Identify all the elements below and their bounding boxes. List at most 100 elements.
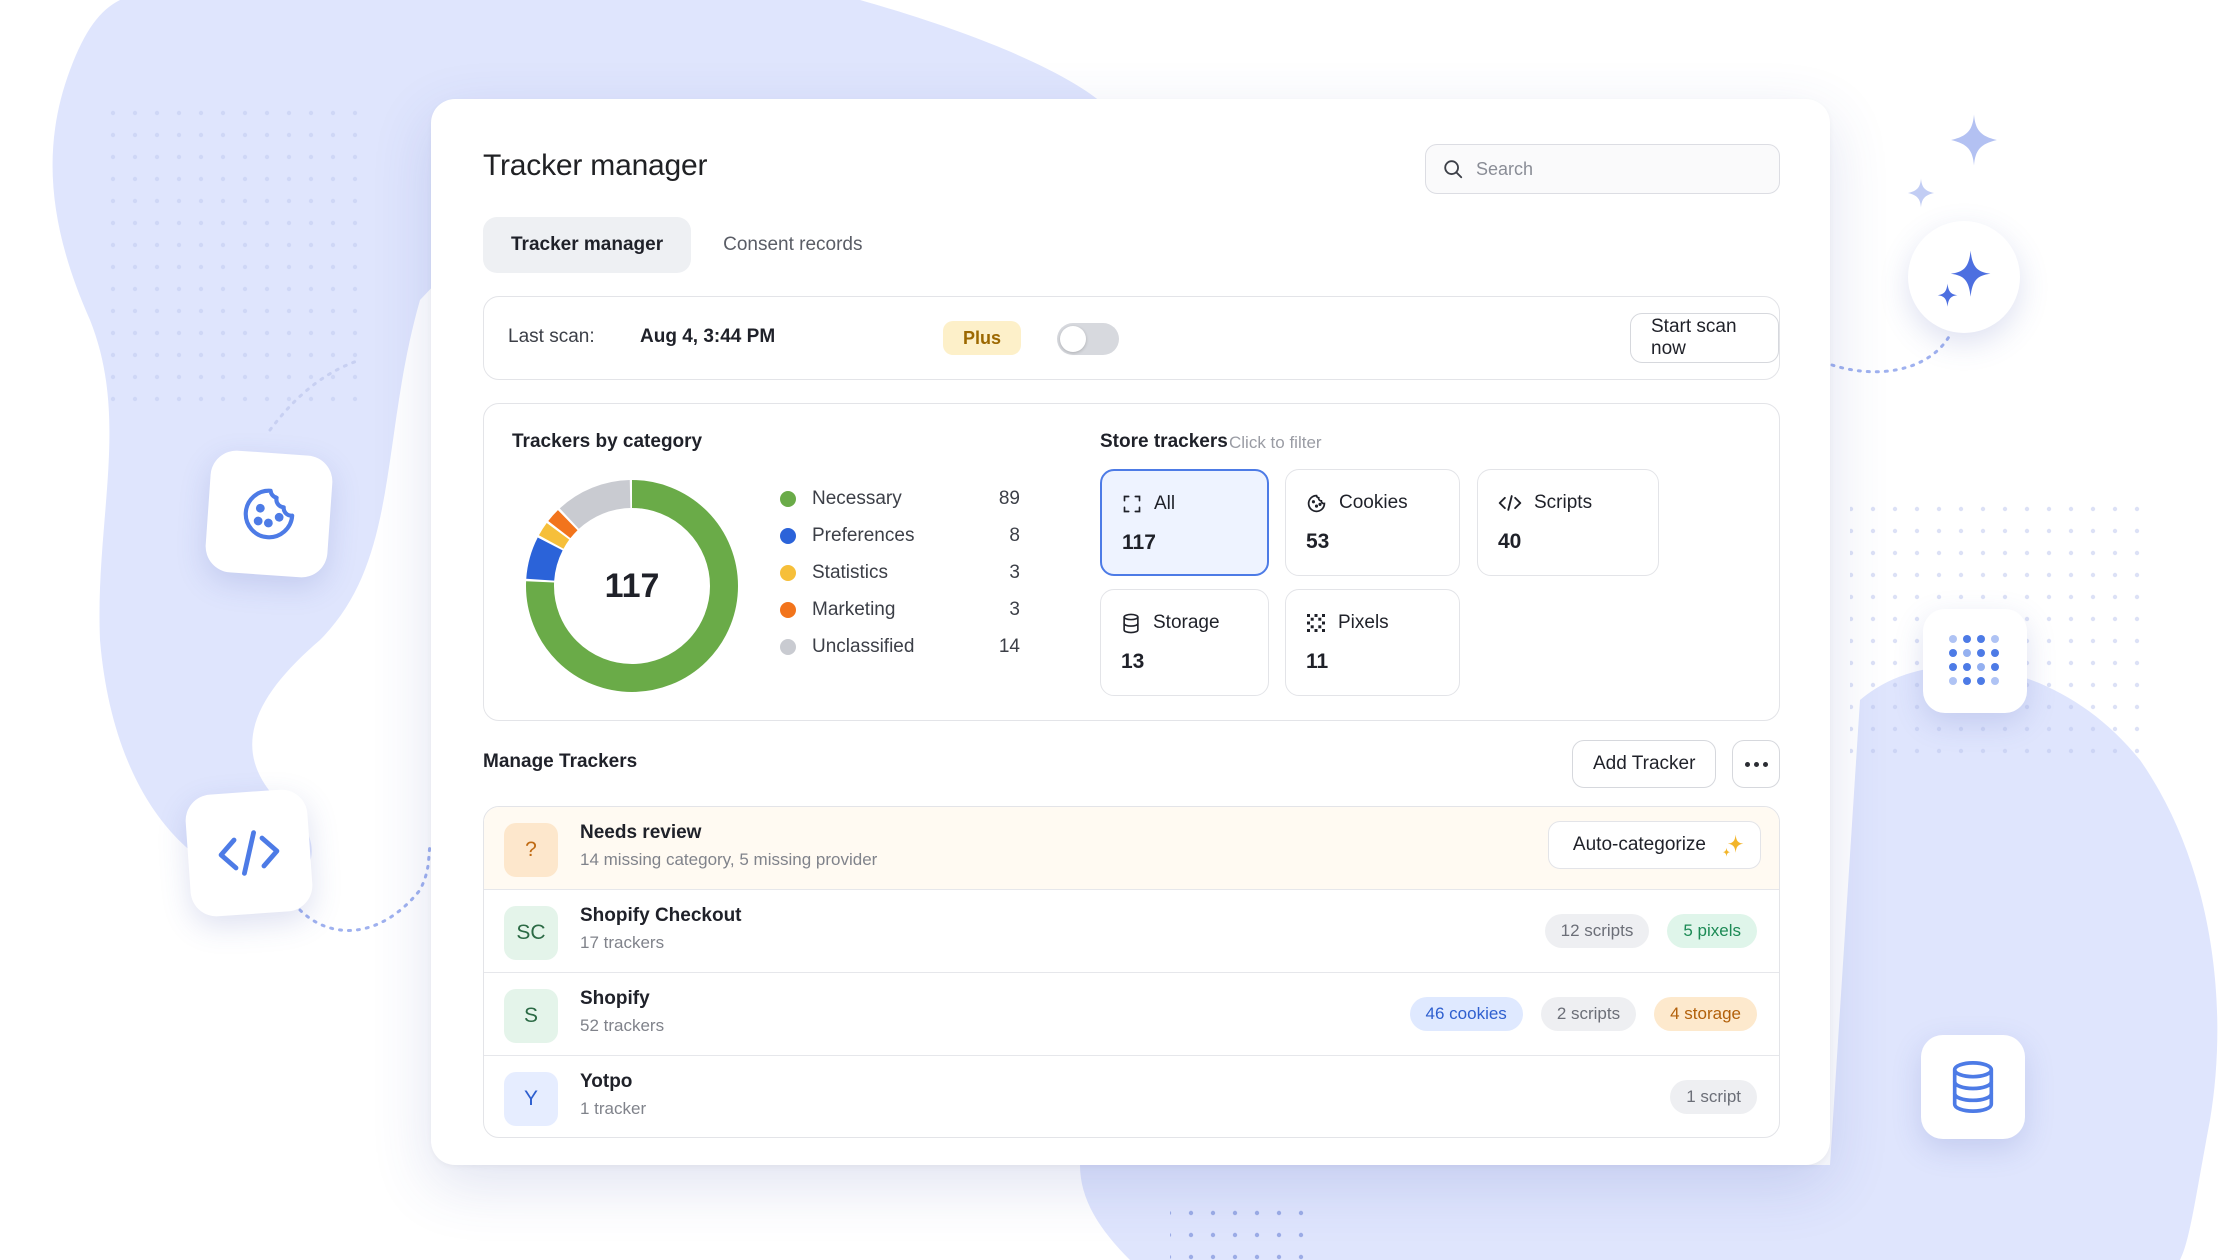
sparkle-icon [1937,250,1991,307]
search-icon [1444,160,1463,179]
filter-card-label: Storage [1153,612,1220,633]
filter-card-value: 40 [1498,530,1522,553]
add-tracker-button[interactable]: Add Tracker [1572,740,1717,788]
pixel-grid-icon [1949,635,1999,685]
filter-card-value: 117 [1122,531,1156,554]
legend-dot-preferences [780,527,796,544]
last-scan-date: Aug 4, 3:44 PM [640,326,776,347]
needs-review-row[interactable]: ? Needs review 14 missing category, 5 mi… [484,807,1779,890]
filter-card-cookies[interactable]: Cookies 53 [1285,469,1460,576]
filter-card-label: Pixels [1338,612,1389,633]
legend-dot-unclassified [780,638,796,655]
legend-item-statistics: Statistics 3 [780,554,1020,591]
pixels-tile [1923,609,2027,713]
provider-tracker-count: 1 tracker [580,1099,647,1118]
tracker-row-shopify-checkout[interactable]: SC Shopify Checkout 17 trackers 12 scrip… [484,890,1779,973]
legend-label: Statistics [812,561,889,583]
filter-card-label: Scripts [1534,492,1593,513]
provider-name: Shopify [580,988,650,1009]
legend-item-marketing: Marketing 3 [780,591,1020,628]
legend-label: Necessary [812,487,902,509]
legend-value: 89 [998,487,1020,509]
provider-avatar: SC [504,906,558,960]
trackers-list: ? Needs review 14 missing category, 5 mi… [483,806,1780,1138]
more-dot [1753,761,1759,767]
tracker-manager-window: Tracker manager Search Tracker manager C… [431,99,1830,1165]
search-placeholder: Search [1476,158,1534,179]
trackers-overview-panel: Trackers by category 117 Necessary 89 Pr… [483,403,1780,721]
pixels-icon [1307,614,1325,632]
last-scan-label: Last scan: [508,326,595,347]
filter-card-label: All [1154,493,1176,514]
filter-card-scripts[interactable]: Scripts 40 [1477,469,1659,576]
code-icon [1498,495,1522,511]
more-dot [1744,761,1750,767]
scripts-count-badge: 1 script [1670,1080,1757,1114]
filter-card-storage[interactable]: Storage 13 [1100,589,1269,696]
scripts-count-badge: 2 scripts [1540,997,1637,1031]
provider-avatar: Y [504,1072,558,1126]
provider-name: Shopify Checkout [580,905,742,926]
search-input[interactable]: Search [1425,144,1780,194]
legend-item-unclassified: Unclassified 14 [780,628,1020,665]
code-brackets-icon [218,830,280,876]
expand-icon [1123,495,1141,513]
store-trackers-title: Store trackers [1100,431,1228,452]
code-tile [183,787,315,919]
legend-value: 14 [998,635,1020,657]
provider-avatar: S [504,989,558,1043]
tracker-row-yotpo[interactable]: Y Yotpo 1 tracker 1 script [484,1056,1779,1137]
plus-badge: Plus [943,321,1022,355]
auto-categorize-label: Auto-categorize [1572,834,1706,855]
filter-card-all[interactable]: All 117 [1100,469,1269,576]
tab-bar: Tracker manager Consent records [483,217,891,273]
sparkle-small-decoration-icon [1907,178,1935,208]
filter-card-value: 53 [1306,530,1330,553]
category-donut-chart: 117 [526,480,738,692]
auto-scan-toggle[interactable] [1057,323,1119,355]
legend-label: Preferences [812,524,915,546]
filter-card-label: Cookies [1339,492,1408,513]
provider-tracker-count: 17 trackers [580,933,665,952]
start-scan-button[interactable]: Start scan now [1630,313,1779,363]
legend-label: Unclassified [812,635,915,657]
legend-dot-statistics [780,564,796,581]
store-trackers-hint: Click to filter [1229,433,1322,452]
scan-bar: Last scan: Aug 4, 3:44 PM Plus Start sca… [483,296,1780,380]
sparkle-tile [1908,221,2020,333]
page-title: Tracker manager [483,149,708,182]
tab-tracker-manager[interactable]: Tracker manager [483,217,692,273]
cookie-tile [203,448,335,580]
legend-value: 8 [1009,524,1020,546]
cookies-count-badge: 46 cookies [1409,997,1523,1031]
more-options-button[interactable] [1732,740,1780,788]
tab-consent-records[interactable]: Consent records [695,217,890,273]
legend-dot-marketing [780,601,796,618]
database-icon [1952,1061,1994,1113]
auto-categorize-button[interactable]: Auto-categorize [1547,821,1761,869]
cookie-icon [1307,494,1326,512]
trackers-by-category-title: Trackers by category [512,431,703,452]
database-icon [1123,613,1139,633]
pixels-count-badge: 5 pixels [1667,914,1757,948]
donut-total: 117 [604,566,660,605]
sparkle-decoration-icon [1951,114,1997,166]
legend-item-necessary: Necessary 89 [780,480,1020,517]
toggle-knob [1060,326,1086,352]
filter-card-value: 11 [1306,650,1329,673]
review-question-icon: ? [504,823,558,877]
legend-value: 3 [1009,598,1020,620]
legend-value: 3 [1009,561,1020,583]
legend-label: Marketing [812,598,896,620]
filter-card-value: 13 [1121,650,1145,673]
category-legend: Necessary 89 Preferences 8 Statistics 3 … [780,480,1020,665]
review-title: Needs review [580,822,702,843]
filter-card-pixels[interactable]: Pixels 11 [1285,589,1460,696]
scripts-count-badge: 12 scripts [1544,914,1650,948]
tracker-row-shopify[interactable]: S Shopify 52 trackers 46 cookies 2 scrip… [484,973,1779,1056]
legend-dot-necessary [780,490,796,507]
provider-tracker-count: 52 trackers [580,1016,665,1035]
database-tile [1921,1035,2025,1139]
more-dot [1762,761,1768,767]
manage-trackers-title: Manage Trackers [483,751,638,772]
